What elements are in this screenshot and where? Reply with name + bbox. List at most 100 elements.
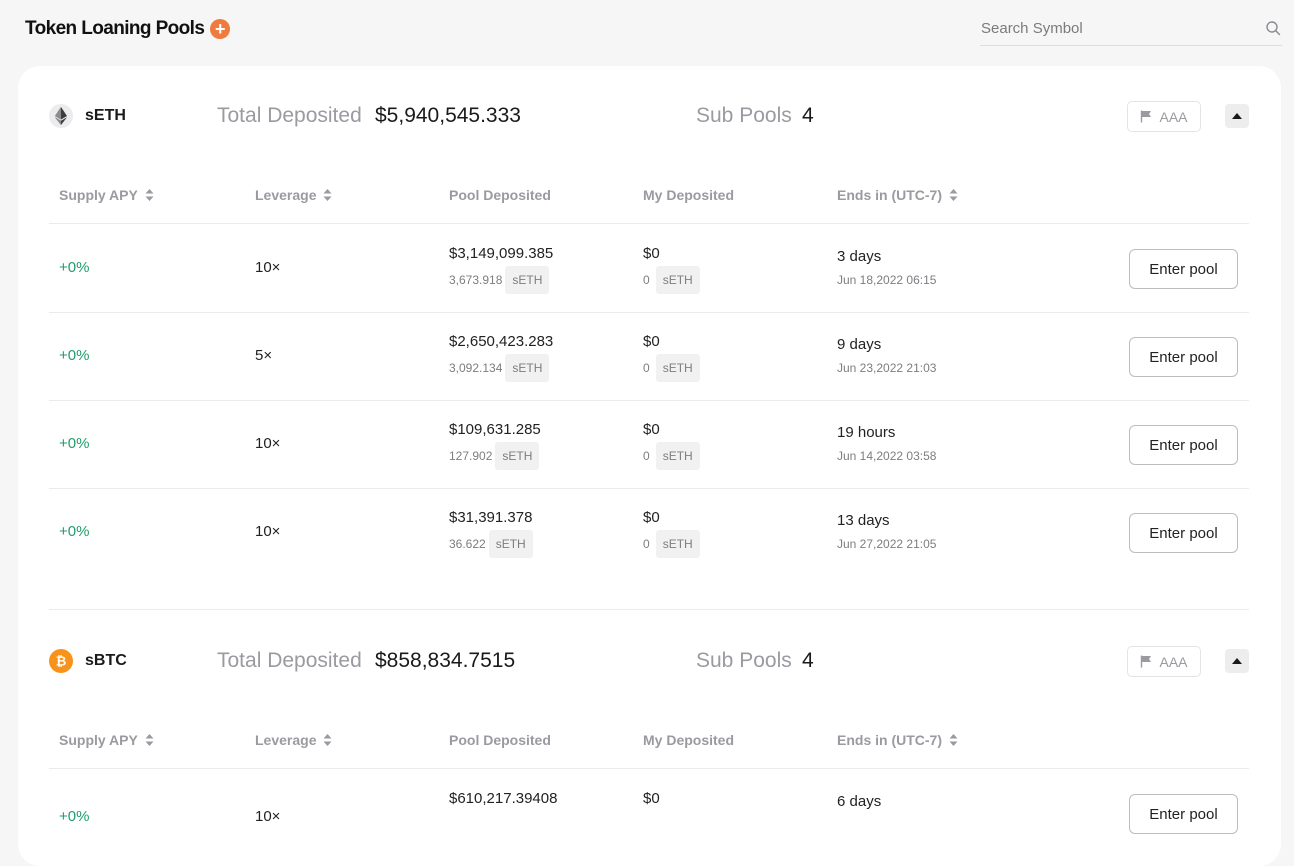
pool-deposited-usd: $109,631.285	[449, 421, 541, 438]
brand: Token Loaning Pools +	[25, 18, 231, 40]
amount: 36.622	[449, 537, 486, 551]
pools-card: sETH Total Deposited $5,940,545.333 Sub …	[18, 66, 1281, 866]
sub-pools-label: Sub Pools	[696, 104, 792, 127]
token-name: sETH	[85, 107, 126, 124]
my-deposited-usd: $0	[643, 245, 660, 262]
rating-button[interactable]: AAA	[1127, 101, 1201, 132]
ends-relative: 9 days	[837, 336, 882, 353]
sub-pools-value: 4	[802, 104, 814, 127]
ends-date: Jun 23,2022 21:03	[837, 361, 937, 375]
table-row: +0% 5× $2,650,423.283 3,092.134 sETH $0 …	[49, 313, 1249, 401]
supply-apy: +0%	[59, 808, 90, 825]
rating-button[interactable]: AAA	[1127, 646, 1201, 677]
svg-text:₿: ₿	[56, 654, 67, 668]
total-deposited-label: Total Deposited	[217, 104, 362, 127]
sort-icon	[949, 189, 958, 201]
th-pool-deposited: Pool Deposited	[449, 732, 551, 748]
ends-relative: 3 days	[837, 248, 882, 265]
token-name: sBTC	[85, 652, 127, 669]
leverage: 10×	[255, 435, 281, 452]
sort-icon	[145, 189, 154, 201]
sub-pools-label: Sub Pools	[696, 649, 792, 672]
th-ends-in[interactable]: Ends in (UTC-7)	[837, 187, 958, 203]
th-label: Ends in (UTC-7)	[837, 732, 942, 748]
flag-icon	[1141, 110, 1152, 123]
table-row: +0% 10× $3,149,099.385 3,673.918 sETH $0…	[49, 225, 1249, 313]
supply-apy: +0%	[59, 435, 90, 452]
amount: 0	[643, 537, 650, 551]
my-deposited-usd: $0	[643, 421, 660, 438]
enter-pool-button[interactable]: Enter pool	[1129, 337, 1238, 377]
sort-icon	[323, 189, 332, 201]
table-header: Supply APY Leverage Pool Deposited My De…	[49, 723, 1249, 769]
th-label: Pool Deposited	[449, 187, 551, 203]
unit-chip: sETH	[488, 530, 533, 558]
caret-up-icon	[1232, 113, 1242, 119]
sort-icon	[145, 734, 154, 746]
ends-relative: 13 days	[837, 512, 890, 529]
plus-circle-icon[interactable]: +	[210, 19, 231, 39]
search-icon[interactable]	[1265, 20, 1281, 36]
th-pool-deposited: Pool Deposited	[449, 187, 551, 203]
total-deposited-label: Total Deposited	[217, 649, 362, 672]
th-supply-apy[interactable]: Supply APY	[59, 732, 154, 748]
top-bar: Token Loaning Pools +	[0, 0, 1294, 60]
enter-pool-button[interactable]: Enter pool	[1129, 249, 1238, 289]
sort-icon	[949, 734, 958, 746]
pool-deposited-amount: 3,673.918 sETH	[449, 266, 550, 294]
enter-pool-button[interactable]: Enter pool	[1129, 794, 1238, 834]
my-deposited-amount: 0 sETH	[643, 266, 700, 294]
pool-deposited-usd: $3,149,099.385	[449, 245, 554, 262]
pool-deposited-usd: $610,217.39408	[449, 790, 558, 807]
ethereum-icon	[49, 104, 73, 128]
enter-pool-button[interactable]: Enter pool	[1129, 425, 1238, 465]
th-label: Supply APY	[59, 187, 138, 203]
supply-apy: +0%	[59, 259, 90, 276]
page-title: Token Loaning Pools	[25, 18, 205, 39]
my-deposited-usd: $0	[643, 509, 660, 526]
pool-deposited-usd: $2,650,423.283	[449, 333, 554, 350]
th-label: Pool Deposited	[449, 732, 551, 748]
my-deposited-amount: 0 sETH	[643, 354, 700, 382]
th-ends-in[interactable]: Ends in (UTC-7)	[837, 732, 958, 748]
pool-deposited-usd: $31,391.378	[449, 509, 533, 526]
total-deposited-value: $858,834.7515	[375, 649, 516, 672]
th-my-deposited: My Deposited	[643, 732, 734, 748]
pool-header: sETH Total Deposited $5,940,545.333 Sub …	[18, 66, 1281, 166]
pool-deposited-amount: 127.902 sETH	[449, 442, 540, 470]
amount: 0	[643, 273, 650, 287]
ends-date: Jun 18,2022 06:15	[837, 273, 937, 287]
supply-apy: +0%	[59, 347, 90, 364]
rating-label: AAA	[1159, 108, 1188, 125]
rating-label: AAA	[1159, 653, 1188, 670]
amount: 3,092.134	[449, 361, 503, 375]
pool-deposited-amount: 3,092.134 sETH	[449, 354, 550, 382]
section-divider	[49, 609, 1249, 610]
collapse-button[interactable]	[1225, 104, 1249, 128]
amount: 127.902	[449, 449, 493, 463]
collapse-button[interactable]	[1225, 649, 1249, 673]
sub-pools-value: 4	[802, 649, 814, 672]
my-deposited-usd: $0	[643, 790, 660, 807]
search-input[interactable]	[980, 12, 1250, 44]
leverage: 10×	[255, 259, 281, 276]
leverage: 5×	[255, 347, 273, 364]
supply-apy: +0%	[59, 523, 90, 540]
th-label: My Deposited	[643, 187, 735, 203]
unit-chip: sETH	[655, 442, 700, 470]
unit-chip: sETH	[655, 266, 700, 294]
amount: 0	[643, 361, 650, 375]
total-deposited-value: $5,940,545.333	[375, 104, 521, 127]
th-supply-apy[interactable]: Supply APY	[59, 187, 154, 203]
caret-up-icon	[1232, 658, 1242, 664]
ends-date: Jun 14,2022 03:58	[837, 449, 937, 463]
th-leverage[interactable]: Leverage	[255, 732, 332, 748]
leverage: 10×	[255, 808, 281, 825]
table-row: +0% 10× $31,391.378 36.622 sETH $0 0 sET…	[49, 489, 1249, 577]
enter-pool-button[interactable]: Enter pool	[1129, 513, 1238, 553]
th-leverage[interactable]: Leverage	[255, 187, 332, 203]
ends-relative: 19 hours	[837, 424, 896, 441]
pool-deposited-amount: 36.622 sETH	[449, 530, 533, 558]
th-my-deposited: My Deposited	[643, 187, 734, 203]
th-label: Supply APY	[59, 732, 138, 748]
